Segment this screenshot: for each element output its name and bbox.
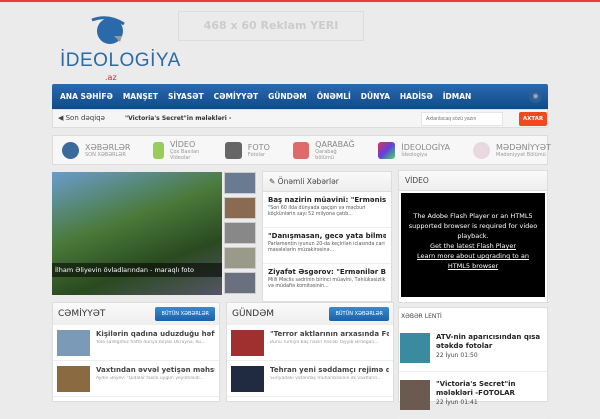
list-item[interactable]: Ziyafət Əsgərov: "Ermənilər Bakıda...Mil… [263, 264, 391, 300]
list-item[interactable]: Baş nazirin müavini: "Ermənistan t..."So… [263, 192, 391, 228]
all-news-button[interactable]: BÜTÜN XƏBƏRLƏR [155, 307, 215, 321]
list-item[interactable]: "Danışmasan, gecə yata bilməzsə...Parlam… [263, 228, 391, 264]
panel-header: VİDEO [399, 171, 547, 191]
nav-item[interactable]: GÜNDƏM [268, 92, 307, 101]
photo-icon [224, 141, 242, 159]
flash-link[interactable]: Get the latest Flash Player [405, 241, 541, 251]
slider-thumbnails [224, 172, 257, 297]
site-logo[interactable]: İDEOLOGİYA .az [60, 10, 180, 82]
news-feed: XƏBƏR LENTİ ATV-nin aparıcısından qısa ə… [398, 307, 548, 419]
section-header: GÜNDƏM BÜTÜN XƏBƏRLƏR [227, 303, 393, 325]
panel-header: ✎ Önəmli Xəbərlər [263, 172, 391, 192]
nav-item[interactable]: CƏMİYYƏT [214, 92, 258, 101]
category-news[interactable]: XƏBƏRLƏR SON XƏBƏRLƏR [62, 141, 130, 159]
feed-item[interactable]: "Victoria's Secret"in mələkləri -FOTOLAR… [399, 372, 547, 419]
culture-icon [473, 141, 491, 159]
nav-item[interactable]: ANA SƏHİFƏ [60, 92, 113, 101]
megaphone-icon: ◀ [58, 114, 66, 122]
category-photo[interactable]: FOTO Fotolar [224, 141, 270, 159]
important-news: ✎ Önəmli Xəbərlər Baş nazirin müavini: "… [262, 171, 392, 302]
thumbnail[interactable] [224, 247, 256, 269]
section-header: CƏMİYYƏT BÜTÜN XƏBƏRLƏR [53, 303, 219, 325]
video-player[interactable]: The Adobe Flash Player or an HTML5 suppo… [401, 193, 545, 297]
thumbnail[interactable] [224, 272, 256, 294]
nav-item[interactable]: ÖNƏMLİ [317, 92, 351, 101]
section-gundem: GÜNDƏM BÜTÜN XƏBƏRLƏR "Terror aktlarının … [226, 302, 394, 402]
nav-item[interactable]: DÜNYA [361, 92, 390, 101]
gradient-icon [378, 141, 396, 159]
paperclip-icon: ✎ [269, 177, 278, 186]
thumbnail [231, 330, 264, 356]
thumbnail [400, 380, 430, 410]
news-ticker[interactable]: "Victoria's Secret"in mələkləri - [125, 115, 231, 122]
thumbnail[interactable] [224, 197, 256, 219]
slider-caption[interactable]: İlham Əliyevin övladlarından - maraqlı f… [52, 263, 222, 277]
main-nav: ANA SƏHİFƏ MANŞET SİYASƏT CƏMİYYƏT GÜNDƏ… [52, 84, 548, 109]
list-item[interactable]: Kişilərin qadına uduzduğu həftə - K.Yola… [53, 325, 219, 361]
all-news-button[interactable]: BÜTÜN XƏBƏRLƏR [329, 307, 389, 321]
globe-icon [62, 141, 79, 159]
feed-title: XƏBƏR LENTİ [401, 313, 442, 320]
thumbnail [57, 366, 90, 392]
nav-item[interactable]: MANŞET [123, 92, 158, 101]
section-cemiyyet: CƏMİYYƏT BÜTÜN XƏBƏRLƏR Kişilərin qadına … [52, 302, 220, 402]
search-input[interactable] [421, 112, 503, 126]
thumbnail[interactable] [224, 172, 256, 194]
list-item[interactable]: Tehran yeni səddamçı rejimə qarşı...Suri… [227, 361, 393, 397]
map-icon [292, 141, 310, 159]
html5-link[interactable]: Learn more about upgrading to an HTML5 b… [405, 251, 541, 271]
category-bar: XƏBƏRLƏR SON XƏBƏRLƏR VİDEO Çox Baxılan Vi… [52, 135, 551, 165]
thumbnail[interactable] [224, 222, 256, 244]
breaking-label: ◀ Son dəqiqə [58, 114, 105, 122]
search-button[interactable]: AXTAR [519, 112, 547, 126]
list-item[interactable]: Vaxtından əvvəl yetişən məhsullar..Aydın… [53, 361, 219, 397]
thumbnail [231, 366, 264, 392]
thumbnail [400, 333, 430, 363]
category-karabakh[interactable]: QARABAĞ Qarabağ bölümü [292, 140, 356, 161]
ad-banner[interactable]: 468 x 60 Reklam YERI [178, 11, 364, 41]
video-panel: VİDEO The Adobe Flash Player or an HTML5… [398, 170, 548, 303]
nav-item[interactable]: SİYASƏT [168, 92, 204, 101]
globe-icon [91, 16, 125, 44]
category-video[interactable]: VİDEO Çox Baxılan Videolar [153, 140, 201, 161]
thumbnail [57, 330, 90, 356]
category-culture[interactable]: MƏDƏNİYYƏT Mədəniyyət Bölümü [473, 141, 551, 159]
featured-slider[interactable]: İlham Əliyevin övladlarından - maraqlı f… [52, 172, 222, 295]
rss-icon[interactable]: ◉ [529, 90, 542, 103]
feed-item[interactable]: ATV-nin aparıcısından qısa ətəkdə fotola… [399, 325, 547, 372]
film-icon [153, 141, 164, 159]
category-ideology[interactable]: İDEOLOGİYA İdeologiya [378, 141, 450, 159]
list-item[interactable]: "Terror aktlarının arxasında Fətul...Bun… [227, 325, 393, 361]
nav-item[interactable]: İDMAN [443, 92, 472, 101]
nav-item[interactable]: HADİSƏ [400, 92, 433, 101]
breaking-bar: ◀ Son dəqiqə "Victoria's Secret"in mələk… [52, 109, 548, 128]
